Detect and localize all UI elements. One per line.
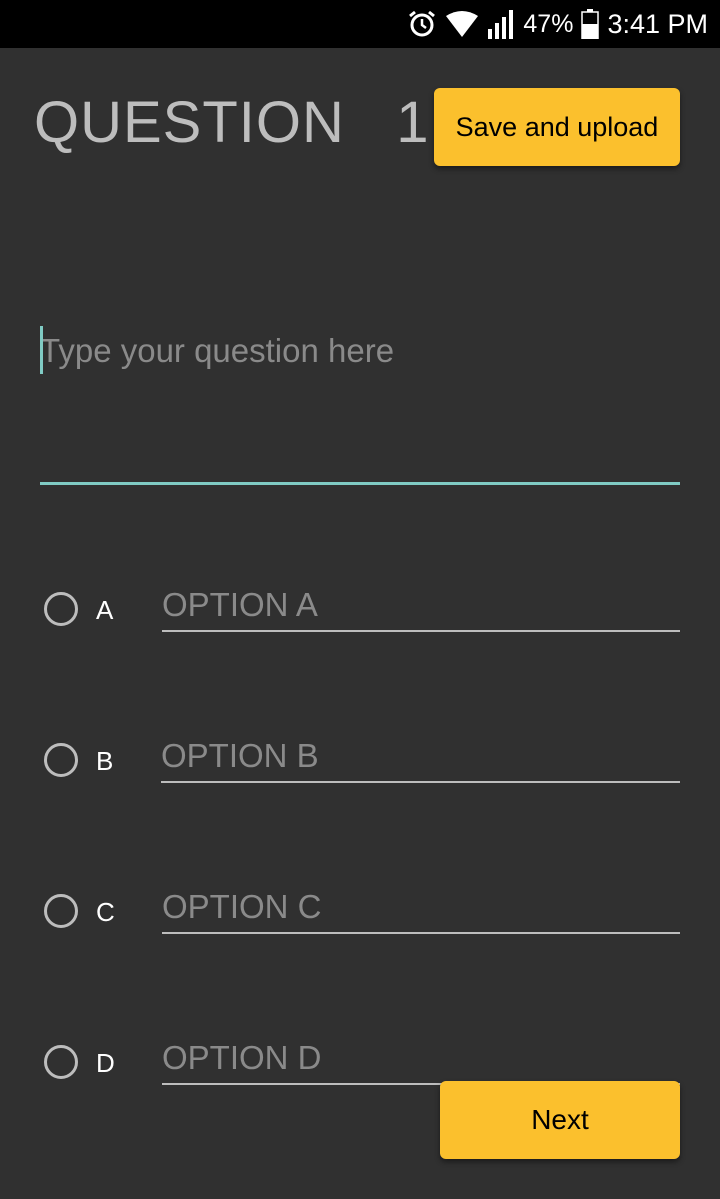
option-b-input[interactable]: [161, 731, 680, 783]
save-and-upload-button[interactable]: Save and upload: [434, 88, 680, 166]
option-row-c: C: [0, 882, 720, 964]
option-a-input[interactable]: [162, 580, 680, 632]
next-button[interactable]: Next: [440, 1081, 680, 1159]
screen: 47% 3:41 PM QUESTION 1 Save and upload A…: [0, 0, 720, 1199]
clock-time: 3:41 PM: [607, 8, 708, 39]
signal-icon: [487, 9, 515, 39]
question-underline: [40, 482, 680, 485]
question-input[interactable]: [40, 320, 680, 497]
option-d-input[interactable]: [162, 1033, 680, 1085]
radio-button-d[interactable]: [44, 1045, 78, 1079]
option-letter-a: A: [96, 595, 114, 625]
page-title: QUESTION 1: [34, 90, 430, 155]
radio-button-c[interactable]: [44, 894, 78, 928]
radio-button-a[interactable]: [44, 592, 78, 626]
battery-percent: 47%: [523, 9, 574, 38]
option-c-input[interactable]: [162, 882, 680, 934]
question-field: [40, 320, 680, 497]
status-bar: 47% 3:41 PM: [0, 0, 720, 48]
option-row-a: A: [0, 580, 720, 662]
option-row-b: B: [0, 731, 720, 813]
status-icons: 47% 3:41 PM: [407, 0, 708, 48]
option-letter-c: C: [96, 897, 115, 927]
option-letter-d: D: [96, 1048, 115, 1078]
text-cursor: [40, 326, 43, 374]
option-letter-b: B: [96, 746, 114, 776]
alarm-icon: [407, 9, 437, 39]
battery-icon: [581, 9, 600, 39]
radio-button-b[interactable]: [44, 743, 78, 777]
wifi-icon: [445, 10, 479, 38]
